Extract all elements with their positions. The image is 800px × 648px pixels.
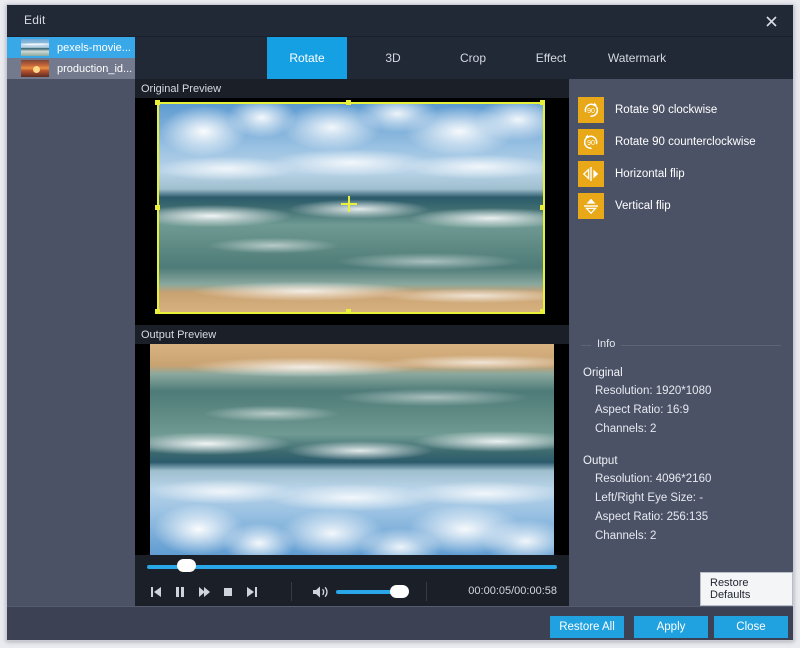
tab-rotate[interactable]: Rotate (267, 37, 347, 79)
rotate-90-counterclockwise-button[interactable]: 90 Rotate 90 counterclockwise (578, 129, 784, 155)
preview-area: Original Preview Output Preview (135, 79, 569, 606)
close-button[interactable]: Close (714, 616, 788, 638)
volume-icon[interactable] (311, 583, 331, 601)
info-output-aspect-ratio: Aspect Ratio: 256:135 (595, 511, 709, 523)
app-root: Edit pexels-movie... production_id... Ro… (0, 0, 800, 648)
ocean-surf (150, 344, 554, 461)
info-output-eye-size: Left/Right Eye Size: - (595, 492, 704, 504)
list-item-label: production_id... (57, 62, 133, 75)
playback-controls: 00:00:05/00:00:58 (135, 577, 569, 606)
vertical-flip-label: Vertical flip (615, 200, 671, 212)
resize-handle-mr[interactable] (540, 205, 545, 210)
seek-row (135, 555, 569, 577)
original-video-frame (157, 102, 545, 314)
rotate-90-counterclockwise-label: Rotate 90 counterclockwise (615, 136, 756, 148)
resize-handle-ml[interactable] (155, 205, 160, 210)
previous-button[interactable] (147, 583, 165, 601)
file-thumbnail (21, 60, 49, 77)
resize-handle-br[interactable] (540, 309, 545, 314)
horizontal-flip-label: Horizontal flip (615, 168, 685, 180)
footer-bar: Restore All Apply Close (7, 606, 793, 640)
svg-text:90: 90 (587, 140, 595, 147)
vertical-flip-button[interactable]: Vertical flip (578, 193, 784, 219)
output-preview-stage (135, 344, 569, 559)
tab-watermark[interactable]: Watermark (587, 37, 687, 79)
title-bar: Edit (7, 5, 793, 37)
rotate-cw-90-icon: 90 (578, 97, 604, 123)
info-output-resolution: Resolution: 4096*2160 (595, 473, 712, 485)
edit-dialog-window: Edit pexels-movie... production_id... Ro… (6, 4, 794, 641)
tab-crop[interactable]: Crop (433, 37, 513, 79)
divider (291, 582, 292, 601)
seek-slider-handle[interactable] (177, 559, 196, 572)
resize-handle-bl[interactable] (155, 309, 160, 314)
options-panel: 90 Rotate 90 clockwise 90 Rotate 90 coun… (569, 79, 793, 606)
resize-handle-bc[interactable] (346, 309, 351, 314)
rotate-90-clockwise-label: Rotate 90 clockwise (615, 104, 718, 116)
stop-button[interactable] (219, 583, 237, 601)
original-preview-stage (135, 98, 569, 325)
flip-vertical-icon (578, 193, 604, 219)
list-item-label: pexels-movie... (57, 41, 131, 54)
pause-button[interactable] (171, 583, 189, 601)
output-preview-caption: Output Preview (135, 325, 569, 344)
sky-clouds (157, 102, 545, 200)
resize-handle-tr[interactable] (540, 100, 545, 105)
info-output-label: Output (583, 455, 618, 467)
horizontal-flip-button[interactable]: Horizontal flip (578, 161, 784, 187)
info-original-resolution: Resolution: 1920*1080 (595, 385, 712, 397)
rotate-ccw-90-icon: 90 (578, 129, 604, 155)
resize-handle-tl[interactable] (155, 100, 160, 105)
time-display: 00:00:05/00:00:58 (468, 585, 557, 597)
resize-handle-tc[interactable] (346, 100, 351, 105)
original-preview-caption: Original Preview (135, 79, 569, 98)
info-output-channels: Channels: 2 (595, 530, 657, 542)
list-item[interactable]: pexels-movie... (7, 37, 135, 58)
next-button[interactable] (243, 583, 261, 601)
rotate-90-clockwise-button[interactable]: 90 Rotate 90 clockwise (578, 97, 784, 123)
fast-forward-button[interactable] (195, 583, 213, 601)
apply-button[interactable]: Apply (634, 616, 708, 638)
info-original-channels: Channels: 2 (595, 423, 657, 435)
svg-text:90: 90 (587, 108, 595, 115)
info-body: Original Resolution: 1920*1080 Aspect Ra… (583, 367, 789, 549)
flip-horizontal-icon (578, 161, 604, 187)
ocean-surf (157, 199, 545, 314)
tab-effect[interactable]: Effect (511, 37, 591, 79)
restore-all-button[interactable]: Restore All (550, 616, 624, 638)
tab-bar: Rotate 3D Crop Effect Watermark (135, 37, 793, 79)
tab-3d[interactable]: 3D (353, 37, 433, 79)
volume-slider-handle[interactable] (390, 585, 409, 598)
restore-defaults-button[interactable]: Restore Defaults (700, 572, 793, 606)
file-thumbnail (21, 39, 49, 56)
divider (426, 582, 427, 601)
file-list-sidebar: pexels-movie... production_id... (7, 37, 135, 606)
info-original-aspect-ratio: Aspect Ratio: 16:9 (595, 404, 689, 416)
transport-bar: 00:00:05/00:00:58 (135, 555, 569, 606)
list-item[interactable]: production_id... (7, 58, 135, 79)
window-title: Edit (24, 13, 46, 27)
info-section-label: Info (591, 338, 622, 350)
info-original-label: Original (583, 367, 623, 379)
seek-slider[interactable] (147, 565, 557, 569)
sky-clouds (150, 460, 554, 559)
close-icon[interactable] (749, 5, 793, 37)
output-video-frame (150, 344, 554, 559)
